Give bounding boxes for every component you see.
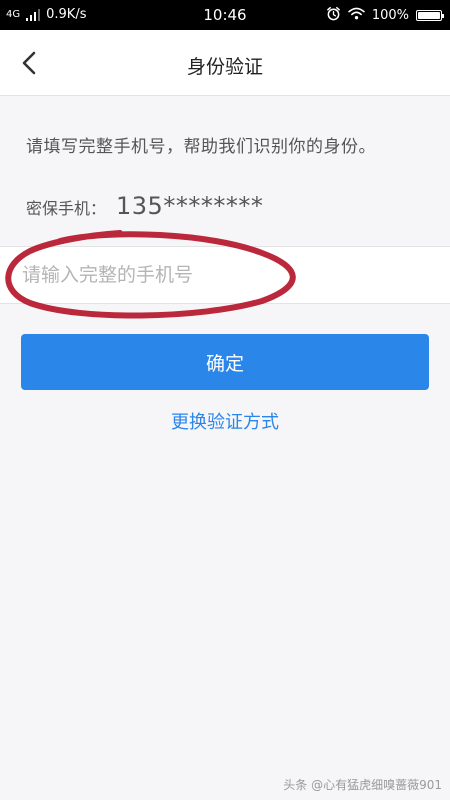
watermark: 头条 @心有猛虎细嗅蔷薇901 (283, 778, 442, 792)
instruction-text: 请填写完整手机号，帮助我们识别你的身份。 (26, 137, 376, 157)
security-phone-value: 135******** (116, 192, 264, 220)
switch-verification-link[interactable]: 更换验证方式 (0, 408, 450, 434)
nav-bar: 身份验证 (0, 30, 450, 96)
wifi-icon (348, 7, 365, 24)
security-phone-label: 密保手机： (26, 199, 107, 218)
confirm-button[interactable]: 确定 (21, 334, 429, 390)
page-title: 身份验证 (186, 56, 263, 78)
battery-percent: 100% (371, 8, 409, 23)
alarm-clock-icon (326, 6, 341, 25)
security-phone-row: 密保手机： 135******** (26, 192, 263, 220)
battery-fill (418, 12, 440, 19)
phone-number-input[interactable] (22, 247, 422, 303)
status-bar: 4G 0.9K/s 10:46 100% (0, 0, 450, 30)
phone-input-row (0, 246, 450, 304)
battery-icon (416, 10, 444, 21)
status-right: 100% (326, 6, 444, 25)
